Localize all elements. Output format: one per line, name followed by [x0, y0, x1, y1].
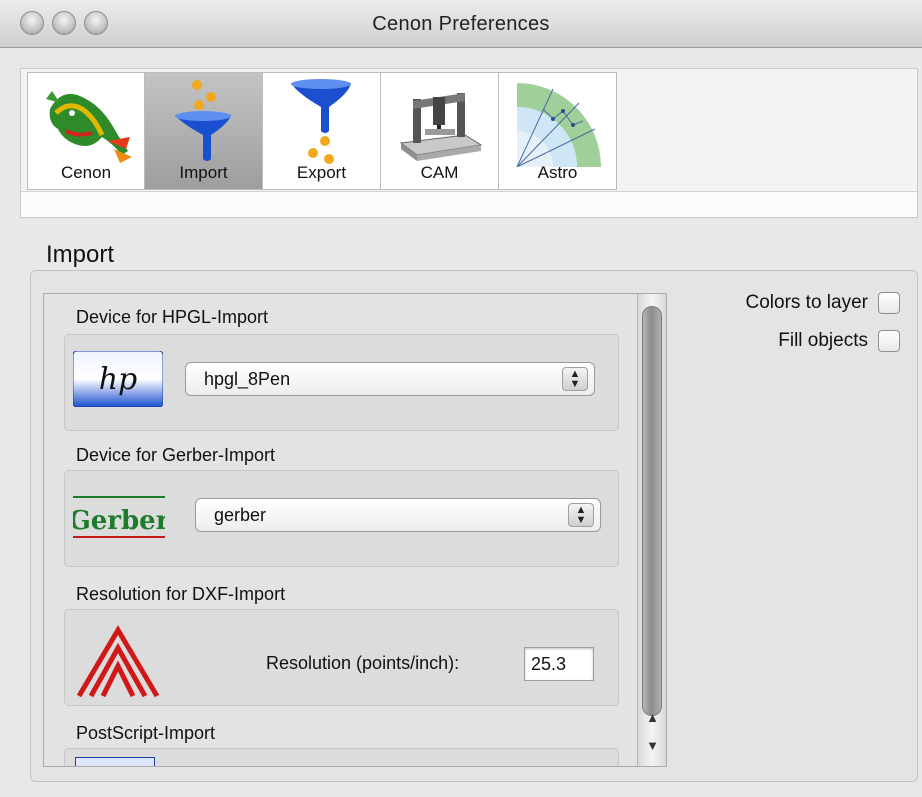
scroll-down-arrow-icon[interactable]: ▼: [638, 738, 667, 753]
hpgl-device-value: hpgl_8Pen: [204, 369, 291, 389]
preferences-toolbar: Cenon Import Export CAM Astro: [20, 68, 918, 218]
tab-import-label: Import: [179, 163, 228, 182]
resolution-label: Resolution (points/inch):: [266, 653, 460, 673]
select-arrows-icon: ▲ ▼: [562, 367, 588, 391]
hpgl-label: Device for HPGL-Import: [76, 307, 269, 327]
tab-export[interactable]: Export: [263, 72, 381, 190]
svg-text:hp: hp: [99, 362, 138, 397]
tab-cam[interactable]: CAM: [381, 72, 499, 190]
fill-objects-label: Fill objects: [778, 330, 868, 351]
dragon-icon: [46, 91, 132, 163]
hpgl-box: hp hpgl_8Pen ▲ ▼: [64, 334, 619, 431]
preferences-window: Cenon Preferences Cenon Import Export CA…: [0, 0, 922, 797]
svg-text:Gerber: Gerber: [73, 506, 165, 536]
gerber-label: Device for Gerber-Import: [76, 445, 276, 465]
dxf-box: Resolution (points/inch): 25.3: [64, 609, 619, 706]
vertical-scrollbar[interactable]: ▲ ▼: [637, 294, 666, 766]
title-bar: Cenon Preferences: [0, 0, 922, 48]
export-funnel-icon: [291, 79, 351, 164]
postscript-logo-icon: [75, 757, 155, 766]
resolution-input[interactable]: 25.3: [524, 647, 594, 681]
gerber-device-select[interactable]: gerber ▲ ▼: [195, 498, 601, 532]
postscript-label: PostScript-Import: [76, 723, 216, 743]
select-arrows-icon: ▲ ▼: [568, 503, 594, 527]
scroll-thumb[interactable]: [642, 306, 662, 716]
window-title: Cenon Preferences: [372, 13, 550, 35]
import-funnel-icon: [175, 80, 231, 161]
dxf-logo-icon: [76, 625, 160, 698]
tab-astro[interactable]: Astro: [499, 72, 617, 190]
hpgl-device-select[interactable]: hpgl_8Pen ▲ ▼: [185, 362, 595, 396]
fill-objects-option: Fill objects: [778, 330, 900, 352]
tab-export-label: Export: [296, 163, 347, 182]
scroll-up-arrow-icon[interactable]: ▲: [638, 710, 667, 725]
tab-cenon[interactable]: Cenon: [27, 72, 145, 190]
colors-to-layer-label: Colors to layer: [745, 292, 869, 313]
colors-to-layer-option: Colors to layer: [745, 292, 900, 314]
cnc-machine-icon: [399, 93, 483, 161]
tab-astro-label: Astro: [537, 163, 578, 182]
tab-cenon-label: Cenon: [60, 163, 112, 182]
toolbar-separator: [21, 191, 917, 217]
section-title: Import: [46, 241, 115, 268]
gerber-box: Gerber gerber ▲ ▼: [64, 470, 619, 567]
gerber-device-value: gerber: [214, 505, 267, 525]
tab-cam-label: CAM: [420, 163, 459, 182]
dxf-label: Resolution for DXF-Import: [76, 584, 286, 604]
hp-logo-icon: hp: [73, 351, 163, 407]
fill-objects-checkbox[interactable]: [878, 330, 900, 352]
colors-to-layer-checkbox[interactable]: [878, 292, 900, 314]
gerber-logo-icon: Gerber: [73, 496, 165, 538]
postscript-box: [64, 748, 619, 766]
astro-chart-icon: [516, 83, 601, 167]
import-scroll-view: Device for HPGL-Import hp hpgl_8Pen ▲ ▼ D…: [43, 293, 667, 767]
tab-import[interactable]: Import: [145, 72, 263, 190]
